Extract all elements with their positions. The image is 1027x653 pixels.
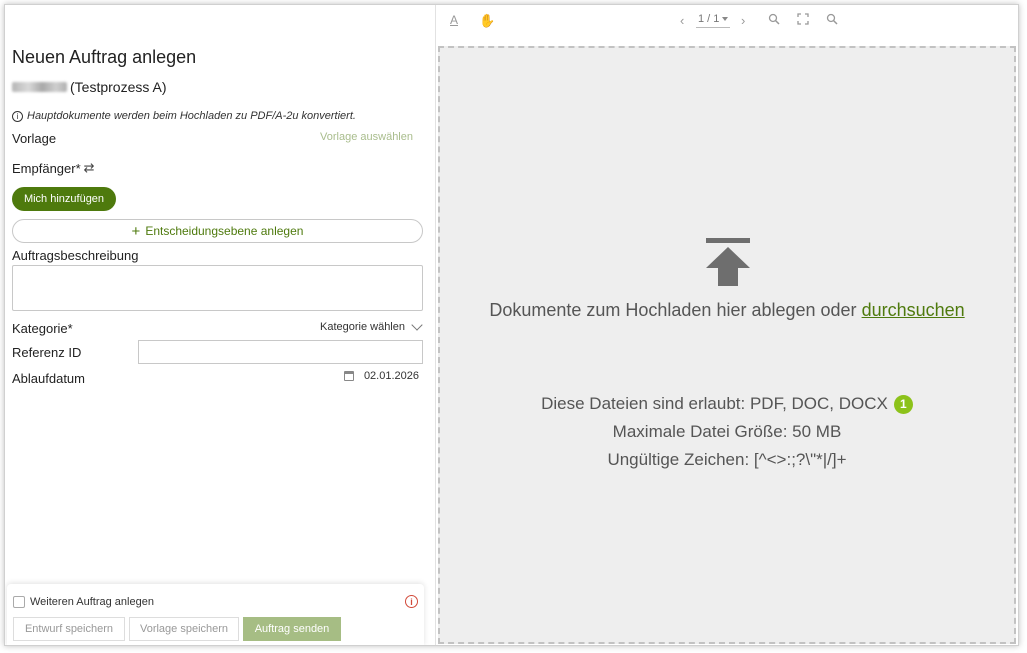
process-name: (Testprozess A) [12,79,166,95]
sync-icon[interactable]: ⇄ [84,160,95,176]
template-label: Vorlage [12,131,57,146]
description-label: Auftragsbeschreibung [12,248,139,263]
drop-instruction-text: Dokumente zum Hochladen hier ablegen ode… [489,300,857,320]
redacted-user-name [12,82,67,92]
add-me-button[interactable]: Mich hinzufügen [12,187,116,211]
upload-icon [706,238,750,286]
reference-id-input[interactable] [138,340,423,364]
max-file-size: Maximale Datei Größe: 50 MB [612,422,842,441]
recipient-label: Empfänger* [12,160,81,176]
category-select-value: Kategorie wählen [319,321,405,333]
select-template-link[interactable]: Vorlage auswählen [320,131,413,143]
category-select[interactable]: Kategorie wählen [319,319,423,333]
calendar-icon [343,371,354,381]
page-title: Neuen Auftrag anlegen [12,47,197,67]
conversion-info-text: Hauptdokumente werden beim Hochladen zu … [27,110,356,122]
caret-down-icon [722,17,729,21]
expiry-label: Ablaufdatum [12,371,85,386]
expiry-date-picker[interactable]: 02.01.2026 [343,370,419,382]
browse-link[interactable]: durchsuchen [862,300,965,320]
zoom-in-icon[interactable] [826,13,838,28]
next-page-icon[interactable]: › [741,13,745,28]
conversion-info: i Hauptdokumente werden beim Hochladen z… [12,110,356,122]
plus-icon: + [131,222,141,240]
create-another-row[interactable]: Weiteren Auftrag anlegen [13,596,154,608]
file-dropzone[interactable]: Dokumente zum Hochladen hier ablegen ode… [438,46,1016,644]
form-footer: Weiteren Auftrag anlegen i Entwurf speic… [7,584,424,645]
text-select-icon[interactable]: A [450,13,458,27]
app-window: Neuen Auftrag anlegen (Testprozess A) i … [4,4,1019,646]
description-textarea[interactable] [12,265,423,311]
allowed-files: Diese Dateien sind erlaubt: PDF, DOC, DO… [440,394,1014,414]
save-draft-button[interactable]: Entwurf speichern [13,617,125,641]
drop-instruction: Dokumente zum Hochladen hier ablegen ode… [440,300,1014,321]
document-viewer: A ✋ ‹ 1 / 1 › Dokumente zum Hochladen hi… [436,5,1018,645]
info-icon: i [12,110,23,122]
create-another-checkbox[interactable] [13,596,25,608]
prev-page-icon[interactable]: ‹ [680,13,684,28]
allowed-files-badge[interactable]: 1 [893,394,913,414]
send-order-button[interactable]: Auftrag senden [243,617,341,641]
category-label: Kategorie* [12,321,73,336]
hand-icon[interactable]: ✋ [479,13,495,29]
order-form-panel: Neuen Auftrag anlegen (Testprozess A) i … [5,5,435,645]
expiry-date-value: 02.01.2026 [363,370,419,382]
fullscreen-icon[interactable] [797,13,809,28]
create-another-label: Weiteren Auftrag anlegen [30,596,154,608]
add-decision-level-button[interactable]: + Entscheidungsebene anlegen [12,219,423,243]
invalid-characters: Ungültige Zeichen: [^<>:;?\"*|/]+ [607,450,847,469]
recipient-row: Empfänger* ⇄ [12,160,95,176]
viewer-toolbar: A ✋ ‹ 1 / 1 › [436,5,1018,41]
page-indicator: 1 / 1 [698,13,720,25]
zoom-out-icon[interactable] [768,13,780,28]
allowed-files-text: Diese Dateien sind erlaubt: PDF, DOC, DO… [541,394,888,413]
warning-icon[interactable]: i [405,595,418,608]
page-selector[interactable]: 1 / 1 [696,13,731,28]
reference-label: Referenz ID [12,345,82,360]
add-decision-level-label: Entscheidungsebene anlegen [145,224,304,238]
save-template-button[interactable]: Vorlage speichern [129,617,239,641]
process-label: (Testprozess A) [70,79,167,95]
chevron-down-icon [411,319,423,331]
